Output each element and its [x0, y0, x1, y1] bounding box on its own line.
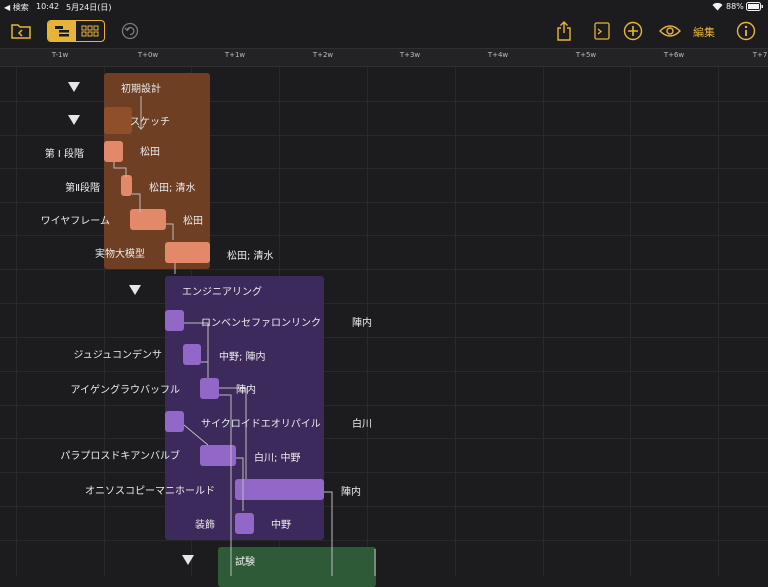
task-label-mockup: 実物大模型: [95, 249, 145, 260]
resource-label: 陣内: [236, 385, 256, 396]
resource-label: 陣内: [341, 487, 361, 498]
resource-label: 松田; 清水: [149, 183, 196, 194]
task-label-e1: ロンベンセファロンリンク: [201, 318, 321, 329]
resource-label: 中野; 陣内: [219, 352, 266, 363]
task-label-wireframe: ワイヤフレーム: [40, 216, 110, 227]
resource-label: 松田: [140, 147, 160, 158]
resource-label: 白川; 中野: [254, 453, 301, 464]
resource-label: 松田: [183, 216, 203, 227]
task-label-e7: 装飾: [195, 520, 215, 531]
resource-label: 陣内: [352, 318, 372, 329]
group-label-engineering: エンジニアリング: [182, 287, 262, 298]
resource-label: 松田; 清水: [227, 251, 274, 262]
task-label-sketch: スケッチ: [130, 117, 170, 128]
task-label-phase1: 第 Ⅰ 段階: [44, 149, 84, 160]
task-label-phase2: 第Ⅱ段階: [65, 183, 100, 194]
group-label-design: 初期設計: [121, 84, 161, 95]
group-label-test: 試験: [235, 557, 255, 568]
task-label-e4: サイクロイドエオリパイル: [201, 419, 321, 430]
task-label-e2: ジュジュコンデンサ: [73, 350, 162, 361]
task-label-e5: パラプロスドキアンバルブ: [60, 451, 180, 462]
task-label-e3: アイゲングラウバッフル: [70, 385, 181, 396]
resource-label: 中野: [271, 520, 291, 531]
task-label-e6: オニソスコピーマニホールド: [85, 486, 215, 497]
resource-label: 白川: [352, 419, 372, 430]
